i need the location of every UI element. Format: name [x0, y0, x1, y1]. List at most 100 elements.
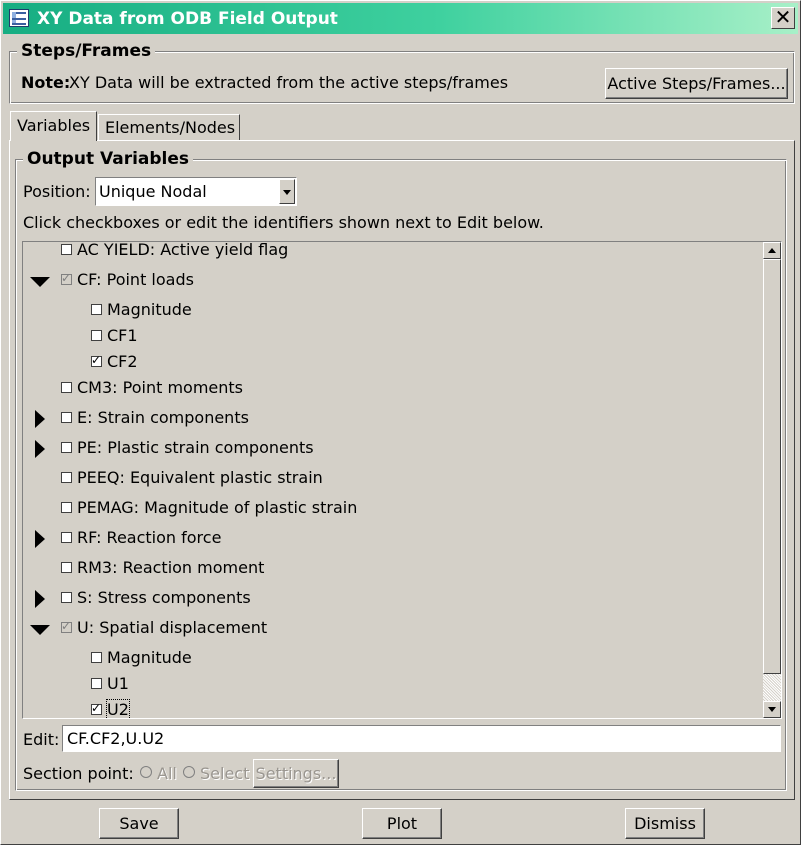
- close-button[interactable]: ✕: [771, 7, 795, 29]
- tree-item-label: AC YIELD: Active yield flag: [77, 241, 289, 259]
- tree-item-label: U2: [106, 699, 130, 719]
- tree-item-label: Magnitude: [107, 300, 192, 319]
- expand-right-icon[interactable]: [35, 410, 45, 428]
- tree-item[interactable]: ✓ U: Spatial displacement: [23, 618, 763, 648]
- tree-item[interactable]: RF: Reaction force: [23, 528, 763, 558]
- close-icon: ✕: [774, 5, 792, 29]
- chevron-down-icon: [283, 190, 291, 195]
- dialog-window: XY Data from ODB Field Output ✕ Steps/Fr…: [0, 0, 801, 845]
- expand-right-icon[interactable]: [35, 530, 45, 548]
- vertical-scrollbar[interactable]: [763, 242, 781, 718]
- expand-down-icon[interactable]: [30, 277, 50, 287]
- expand-right-icon[interactable]: [35, 590, 45, 608]
- tree-item-label: CF2: [107, 352, 138, 371]
- tree-item-label: U1: [107, 674, 129, 693]
- tree-item-label: RM3: Reaction moment: [77, 558, 265, 577]
- tree-item-label: U: Spatial displacement: [77, 618, 268, 637]
- checkbox[interactable]: ✓: [61, 619, 72, 633]
- active-steps-frames-button[interactable]: Active Steps/Frames...: [605, 68, 788, 99]
- section-point-label: Section point:: [23, 764, 134, 783]
- instructions-text: Click checkboxes or edit the identifiers…: [23, 213, 544, 232]
- window-title: XY Data from ODB Field Output: [37, 9, 338, 29]
- checkbox[interactable]: ✓: [91, 353, 102, 367]
- tree-subitem[interactable]: ✓ U2: [23, 699, 763, 719]
- checkbox[interactable]: [61, 442, 72, 453]
- tab-elements-nodes-label: Elements/Nodes: [105, 118, 236, 137]
- tab-variables-label: Variables: [17, 116, 91, 135]
- position-select[interactable]: Unique Nodal: [95, 177, 297, 206]
- tree-subitem[interactable]: CF1: [23, 326, 763, 352]
- tree-item[interactable]: PE: Plastic strain components: [23, 438, 763, 468]
- tree-item[interactable]: S: Stress components: [23, 588, 763, 618]
- settings-button[interactable]: Settings...: [253, 759, 339, 788]
- radio-select-label: Select: [200, 764, 250, 783]
- output-variables-title: Output Variables: [23, 149, 194, 169]
- checkbox[interactable]: ✓: [61, 271, 72, 285]
- tree-item[interactable]: CM3: Point moments: [23, 378, 763, 408]
- steps-frames-title: Steps/Frames: [17, 41, 156, 61]
- checkbox[interactable]: [91, 652, 102, 663]
- tree-item-label: CF: Point loads: [77, 270, 194, 289]
- scroll-down-button[interactable]: [763, 701, 781, 718]
- tree-item-label: RF: Reaction force: [77, 528, 222, 547]
- arrow-down-icon: [768, 707, 776, 712]
- tree-item-label: CM3: Point moments: [77, 378, 243, 397]
- edit-label: Edit:: [23, 730, 60, 749]
- dismiss-button[interactable]: Dismiss: [625, 808, 705, 839]
- tree-item-label: PEEQ: Equivalent plastic strain: [77, 468, 323, 487]
- radio-select[interactable]: [183, 766, 195, 778]
- save-button[interactable]: Save: [99, 808, 179, 839]
- tree-item[interactable]: E: Strain components: [23, 408, 763, 438]
- tree-subitem[interactable]: Magnitude: [23, 300, 763, 326]
- checkbox[interactable]: [61, 244, 72, 255]
- radio-all[interactable]: [140, 766, 152, 778]
- arrow-up-icon: [768, 248, 776, 253]
- checkbox[interactable]: [61, 532, 72, 543]
- note-text: XY Data will be extracted from the activ…: [69, 73, 509, 92]
- checkbox[interactable]: [61, 472, 72, 483]
- radio-all-label: All: [157, 764, 177, 783]
- scroll-up-button[interactable]: [763, 242, 781, 259]
- checkmark-icon: ✓: [91, 353, 102, 367]
- tree-item[interactable]: PEMAG: Magnitude of plastic strain: [23, 498, 763, 528]
- checkbox[interactable]: ✓: [91, 701, 102, 715]
- position-dropdown-button[interactable]: [279, 179, 295, 204]
- checkbox[interactable]: [61, 412, 72, 423]
- checkbox[interactable]: [91, 304, 102, 315]
- scroll-track[interactable]: [763, 674, 781, 701]
- position-label: Position:: [23, 182, 91, 201]
- tree-item-label: E: Strain components: [77, 408, 249, 427]
- checkmark-icon: ✓: [61, 271, 72, 285]
- checkbox[interactable]: [61, 592, 72, 603]
- checkmark-icon: ✓: [61, 619, 72, 633]
- tree-subitem[interactable]: U1: [23, 674, 763, 700]
- expand-right-icon[interactable]: [35, 440, 45, 458]
- tab-variables[interactable]: Variables: [10, 111, 97, 141]
- tree-item[interactable]: ✓ CF: Point loads: [23, 270, 763, 300]
- tree-item-label: PE: Plastic strain components: [77, 438, 314, 457]
- tree-item[interactable]: PEEQ: Equivalent plastic strain: [23, 468, 763, 498]
- checkbox[interactable]: [61, 502, 72, 513]
- tree-subitem[interactable]: Magnitude: [23, 648, 763, 674]
- checkbox[interactable]: [61, 562, 72, 573]
- checkmark-icon: ✓: [91, 701, 102, 715]
- checkbox[interactable]: [61, 382, 72, 393]
- checkbox[interactable]: [91, 330, 102, 341]
- scroll-thumb[interactable]: [763, 259, 781, 674]
- xy-data-app-icon: [9, 9, 29, 27]
- edit-identifiers-input[interactable]: CF.CF2,U.U2: [62, 725, 781, 752]
- expand-down-icon[interactable]: [30, 625, 50, 635]
- position-select-value: Unique Nodal: [99, 182, 207, 201]
- tree-subitem[interactable]: ✓ CF2: [23, 352, 763, 378]
- tree-item-label: PEMAG: Magnitude of plastic strain: [77, 498, 358, 517]
- tree-item-label: S: Stress components: [77, 588, 251, 607]
- note-label: Note:: [21, 73, 71, 92]
- tree-item[interactable]: RM3: Reaction moment: [23, 558, 763, 588]
- tree-item[interactable]: AC YIELD: Active yield flag: [23, 241, 763, 270]
- tab-elements-nodes[interactable]: Elements/Nodes: [98, 114, 240, 140]
- title-bar[interactable]: XY Data from ODB Field Output ✕: [3, 3, 798, 34]
- tree-item-label: CF1: [107, 326, 138, 345]
- checkbox[interactable]: [91, 678, 102, 689]
- output-variables-tree[interactable]: AC YIELD: Active yield flag ✓ CF: Point lo…: [22, 241, 782, 719]
- plot-button[interactable]: Plot: [362, 808, 442, 839]
